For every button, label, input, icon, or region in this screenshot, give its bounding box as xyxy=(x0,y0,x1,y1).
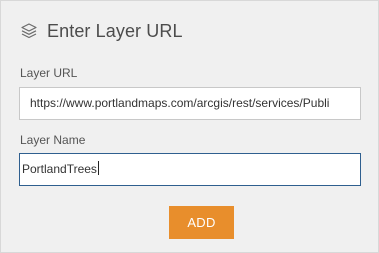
layer-url-value: https://www.portlandmaps.com/arcgis/rest… xyxy=(30,96,330,110)
layer-url-input[interactable]: https://www.portlandmaps.com/arcgis/rest… xyxy=(19,87,361,120)
layer-name-input[interactable]: PortlandTrees xyxy=(19,153,361,186)
layer-url-label: Layer URL xyxy=(20,66,78,80)
layers-icon xyxy=(19,21,39,41)
text-caret xyxy=(97,161,99,175)
add-button[interactable]: ADD xyxy=(169,206,234,239)
enter-layer-url-panel: Enter Layer URL Layer URL https://www.po… xyxy=(0,0,379,253)
layer-name-label: Layer Name xyxy=(20,133,86,147)
panel-header: Enter Layer URL xyxy=(19,18,183,44)
layer-name-value: PortlandTrees xyxy=(22,162,97,176)
panel-title: Enter Layer URL xyxy=(47,20,183,41)
